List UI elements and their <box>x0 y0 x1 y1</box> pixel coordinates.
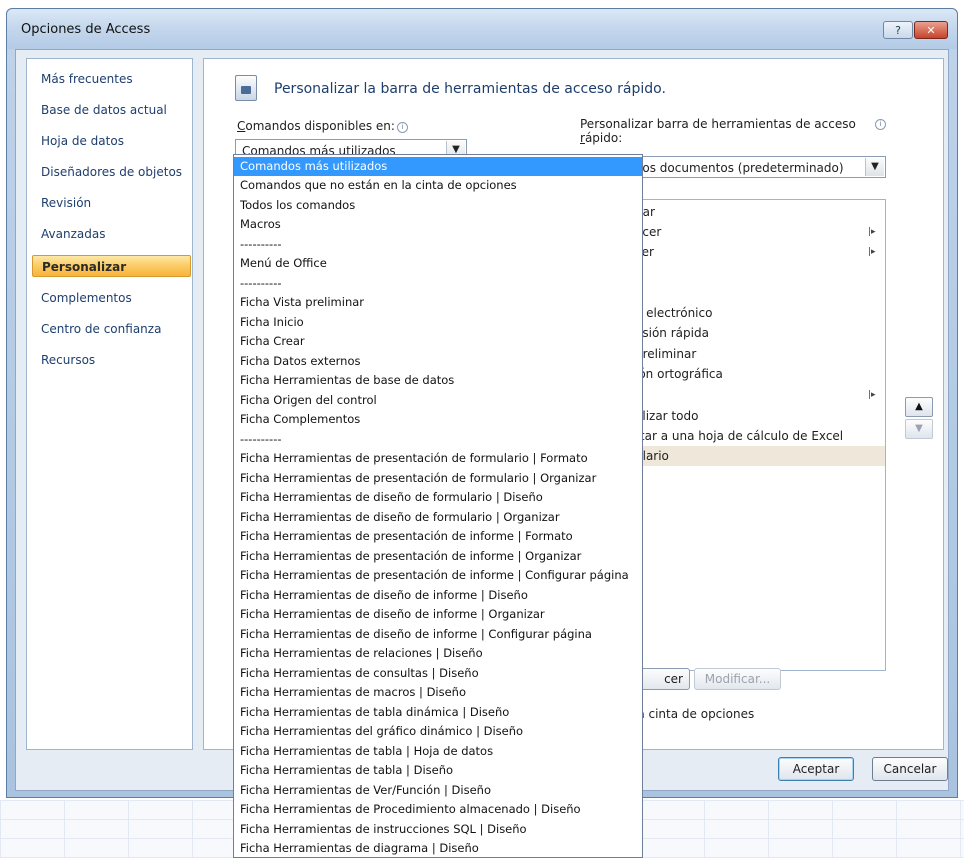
dropdown-option[interactable]: Comandos más utilizados <box>234 157 642 176</box>
nav-item-recursos[interactable]: Recursos <box>41 349 95 371</box>
dropdown-option[interactable]: Ficha Herramientas de diseño de informe … <box>234 605 642 624</box>
toolbar-customize-icon <box>235 75 257 101</box>
dropdown-option[interactable]: Comandos que no están en la cinta de opc… <box>234 176 642 195</box>
reset-button-label: cer <box>664 672 683 686</box>
close-button[interactable]: ✕ <box>914 21 948 39</box>
commands-label-text: omandos disponibles en: <box>245 119 395 133</box>
dropdown-option[interactable]: Ficha Complementos <box>234 410 642 429</box>
dropdown-option[interactable]: Ficha Herramientas de macros | Diseño <box>234 683 642 702</box>
dropdown-option[interactable]: Ficha Datos externos <box>234 352 642 371</box>
dropdown-option[interactable]: Ficha Herramientas de diseño de formular… <box>234 508 642 527</box>
dropdown-separator: ---------- <box>240 276 282 290</box>
dropdown-option[interactable]: Ficha Herramientas de presentación de in… <box>234 547 642 566</box>
dropdown-option[interactable]: Ficha Vista preliminar <box>234 293 642 312</box>
move-down-button[interactable]: ▼ <box>905 419 933 439</box>
move-up-button[interactable]: ▲ <box>905 397 933 417</box>
dropdown-option[interactable]: Ficha Herramientas de diseño de informe … <box>234 625 642 644</box>
window-title: Opciones de Access <box>21 22 151 37</box>
nav-item-hoja-de-datos[interactable]: Hoja de datos <box>41 130 124 152</box>
cancel-button[interactable]: Cancelar <box>872 757 948 781</box>
chevron-down-icon[interactable]: ▼ <box>865 158 884 176</box>
dropdown-option[interactable]: Ficha Herramientas de diseño de formular… <box>234 488 642 507</box>
dropdown-option[interactable]: Ficha Crear <box>234 332 642 351</box>
panel-title: Personalizar la barra de herramientas de… <box>274 81 666 97</box>
dropdown-option[interactable]: Ficha Herramientas de relaciones | Diseñ… <box>234 644 642 663</box>
dropdown-option[interactable]: Ficha Herramientas de base de datos <box>234 371 642 390</box>
dropdown-option[interactable]: Ficha Herramientas de tabla | Diseño <box>234 761 642 780</box>
options-nav: Más frecuentes Base de datos actual Hoja… <box>26 58 193 750</box>
dropdown-option[interactable]: Ficha Origen del control <box>234 391 642 410</box>
dropdown-separator: ---------- <box>240 432 282 446</box>
customize-combo-value: s los documentos (predeterminado) <box>629 161 844 175</box>
nav-item-avanzadas[interactable]: Avanzadas <box>41 223 105 245</box>
submenu-arrow-icon: |▸ <box>868 390 876 400</box>
dropdown-option[interactable]: Macros <box>234 215 642 234</box>
nav-item-revision[interactable]: Revisión <box>41 192 91 214</box>
commands-available-label: Comandos disponibles en: i <box>237 119 408 133</box>
dropdown-option[interactable]: Ficha Herramientas de Procedimiento alma… <box>234 800 642 819</box>
info-icon: i <box>875 119 886 130</box>
dropdown-option[interactable]: Ficha Herramientas de presentación de in… <box>234 527 642 546</box>
nav-item-centro-de-confianza[interactable]: Centro de confianza <box>41 318 161 340</box>
dropdown-option[interactable]: Ficha Herramientas de diseño de informe … <box>234 586 642 605</box>
nav-item-complementos[interactable]: Complementos <box>41 287 132 309</box>
dropdown-option[interactable]: Ficha Herramientas de tabla | Hoja de da… <box>234 742 642 761</box>
modify-button[interactable]: Modificar... <box>694 668 781 690</box>
dropdown-option[interactable]: Ficha Herramientas de tabla dinámica | D… <box>234 703 642 722</box>
dropdown-option[interactable]: Ficha Herramientas de instrucciones SQL … <box>234 820 642 839</box>
customize-label-line1: Personalizar barra de herramientas de ac… <box>580 117 856 131</box>
dropdown-option[interactable]: Ficha Inicio <box>234 313 642 332</box>
dropdown-option[interactable]: Ficha Herramientas de presentación de fo… <box>234 469 642 488</box>
help-button[interactable]: ? <box>883 21 913 39</box>
customize-label-line2: ápido: <box>584 131 623 145</box>
dropdown-separator: ---------- <box>240 237 282 251</box>
submenu-arrow-icon: |▸ <box>868 247 876 257</box>
commands-dropdown-list[interactable]: Comandos más utilizados Comandos que no … <box>233 154 643 858</box>
dropdown-option[interactable]: Ficha Herramientas de consultas | Diseño <box>234 664 642 683</box>
customize-toolbar-label: Personalizar barra de herramientas de ac… <box>580 117 870 145</box>
nav-item-disenadores-de-objetos[interactable]: Diseñadores de objetos <box>41 161 182 183</box>
dropdown-option[interactable]: Ficha Herramientas de Ver/Función | Dise… <box>234 781 642 800</box>
dropdown-option[interactable]: Menú de Office <box>234 254 642 273</box>
show-below-ribbon-label: la cinta de opciones <box>634 707 755 721</box>
dropdown-option[interactable]: Todos los comandos <box>234 196 642 215</box>
dropdown-option[interactable]: Ficha Herramientas de presentación de in… <box>234 566 642 585</box>
info-icon: i <box>396 122 408 133</box>
dropdown-option[interactable]: Ficha Herramientas del gráfico dinámico … <box>234 722 642 741</box>
submenu-arrow-icon: |▸ <box>868 227 876 237</box>
dropdown-option[interactable]: Ficha Herramientas de diagrama | Diseño <box>234 839 642 857</box>
ok-button[interactable]: Aceptar <box>778 757 854 781</box>
dropdown-option[interactable]: Ficha Herramientas de presentación de fo… <box>234 449 642 468</box>
title-bar[interactable]: Opciones de Access ? ✕ <box>7 9 957 49</box>
nav-item-mas-frecuentes[interactable]: Más frecuentes <box>41 68 133 90</box>
nav-item-personalizar[interactable]: Personalizar <box>32 255 191 277</box>
nav-item-base-de-datos-actual[interactable]: Base de datos actual <box>41 99 167 121</box>
